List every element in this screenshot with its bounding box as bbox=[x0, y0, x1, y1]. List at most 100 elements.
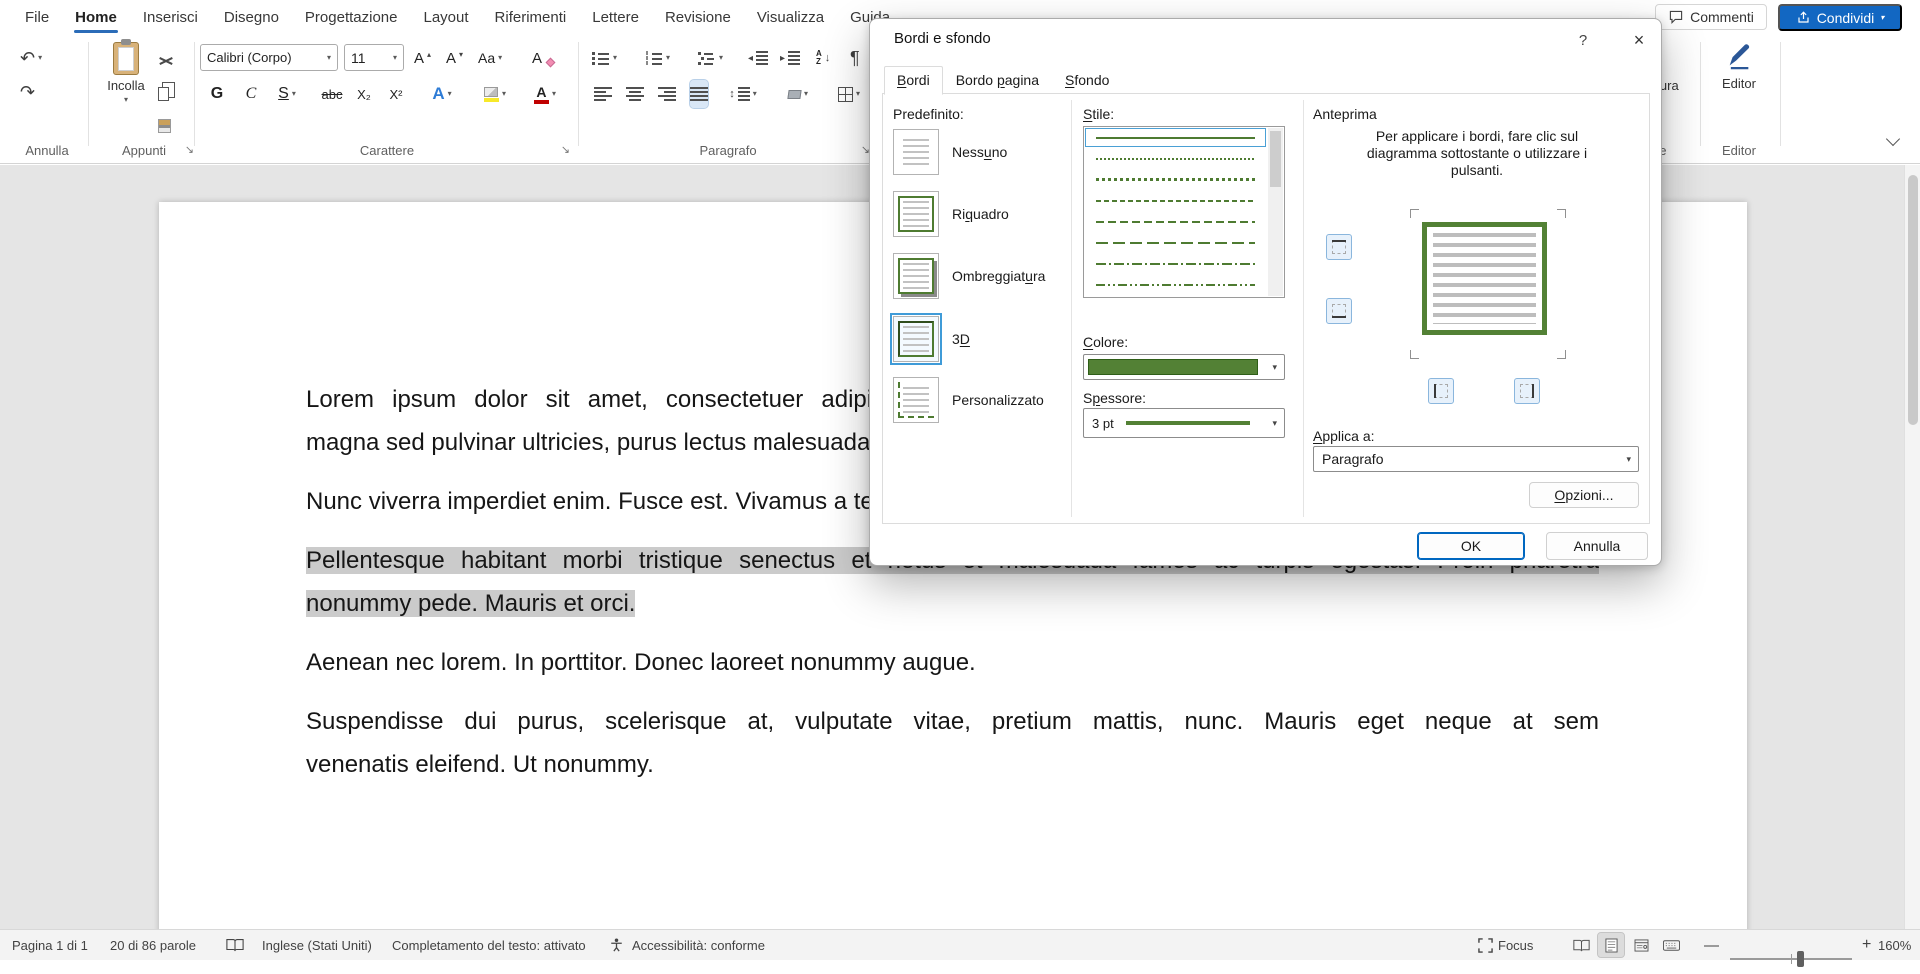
tab-home[interactable]: Home bbox=[62, 0, 130, 34]
cut-button[interactable] bbox=[158, 46, 174, 74]
language-status[interactable]: Inglese (Stati Uniti) bbox=[262, 930, 372, 960]
zoom-in-button[interactable]: + bbox=[1862, 930, 1871, 960]
line-spacing-button[interactable]: ↕▾ bbox=[724, 80, 762, 108]
font-size-combo[interactable]: 11 ▾ bbox=[344, 44, 404, 71]
share-button[interactable]: Condividi ▾ bbox=[1778, 4, 1902, 31]
left-border-toggle-button[interactable] bbox=[1428, 378, 1454, 404]
read-mode-button[interactable] bbox=[1568, 933, 1594, 957]
text-effects-button[interactable]: A▾ bbox=[422, 80, 462, 108]
comments-button[interactable]: Commenti bbox=[1655, 4, 1767, 30]
ok-button[interactable]: OK bbox=[1417, 532, 1525, 560]
preset-shadow[interactable]: Ombreggiatura bbox=[893, 253, 1068, 299]
text-prediction-status[interactable]: Completamento del testo: attivato bbox=[392, 930, 586, 960]
preset-custom[interactable]: Personalizzato bbox=[893, 377, 1068, 423]
zoom-out-button[interactable]: — bbox=[1704, 930, 1719, 960]
sort-button[interactable]: AZ↓ bbox=[816, 44, 830, 72]
tab-layout[interactable]: Layout bbox=[411, 0, 482, 34]
tab-disegno[interactable]: Disegno bbox=[211, 0, 292, 34]
bullets-button[interactable]: ▾ bbox=[592, 44, 617, 72]
preview-border-rect[interactable] bbox=[1422, 222, 1547, 335]
redo-button[interactable]: ↷ bbox=[20, 78, 35, 106]
vertical-scrollbar[interactable] bbox=[1904, 165, 1920, 929]
tab-riferimenti[interactable]: Riferimenti bbox=[482, 0, 580, 34]
tab-lettere[interactable]: Lettere bbox=[579, 0, 652, 34]
copy-button[interactable] bbox=[158, 80, 169, 108]
collapse-ribbon-chevron-icon[interactable] bbox=[1886, 132, 1900, 146]
numbering-button[interactable]: ▾ bbox=[645, 44, 670, 72]
style-option-dotted-fine[interactable] bbox=[1084, 148, 1267, 169]
dialog-help-button[interactable]: ? bbox=[1570, 28, 1596, 52]
tab-file[interactable]: File bbox=[12, 0, 62, 34]
clipboard-dialog-launcher[interactable]: ↘ bbox=[185, 143, 194, 156]
tab-bordo-pagina[interactable]: Bordo pagina bbox=[943, 66, 1052, 95]
style-option-dash-dot[interactable] bbox=[1084, 253, 1267, 274]
style-option-dash-large[interactable] bbox=[1084, 232, 1267, 253]
multilevel-list-button[interactable]: ▾ bbox=[698, 44, 723, 72]
right-border-toggle-button[interactable] bbox=[1514, 378, 1540, 404]
bottom-border-toggle-button[interactable] bbox=[1326, 298, 1352, 324]
increase-indent-button[interactable]: ▸ bbox=[780, 44, 800, 72]
highlight-color-button[interactable]: ▾ bbox=[474, 80, 516, 108]
undo-button[interactable]: ↶ ▾ bbox=[20, 44, 42, 72]
preset-none[interactable]: Nessuno bbox=[893, 129, 1068, 175]
keyboard-icon[interactable] bbox=[1658, 933, 1684, 957]
preset-3d[interactable]: 3D bbox=[893, 316, 1068, 362]
paste-button[interactable]: Incolla ▾ bbox=[98, 38, 154, 130]
accessibility-status[interactable]: Accessibilità: conforme bbox=[632, 930, 765, 960]
subscript-button[interactable]: X₂ bbox=[350, 80, 378, 108]
justify-button[interactable] bbox=[690, 80, 708, 108]
style-option-dash-dot-dot[interactable] bbox=[1084, 274, 1267, 295]
superscript-button[interactable]: X² bbox=[382, 80, 410, 108]
underline-button[interactable]: S▾ bbox=[268, 80, 306, 108]
strikethrough-button[interactable]: abc bbox=[316, 80, 348, 108]
tab-inserisci[interactable]: Inserisci bbox=[130, 0, 211, 34]
editor-button[interactable]: Editor bbox=[1704, 38, 1774, 124]
document-line[interactable]: venenatis eleifend. Ut nonummy. bbox=[306, 743, 1599, 786]
scrollbar-thumb[interactable] bbox=[1270, 131, 1281, 187]
style-option-solid[interactable] bbox=[1084, 127, 1267, 148]
italic-button[interactable]: C bbox=[238, 80, 264, 108]
style-list-scrollbar[interactable] bbox=[1268, 128, 1283, 296]
top-border-toggle-button[interactable] bbox=[1326, 234, 1352, 260]
border-style-list[interactable] bbox=[1083, 126, 1285, 298]
tab-bordi[interactable]: Bordi bbox=[884, 66, 943, 95]
tab-visualizza[interactable]: Visualizza bbox=[744, 0, 837, 34]
border-color-dropdown[interactable]: ▾ bbox=[1083, 354, 1285, 380]
web-layout-button[interactable] bbox=[1628, 933, 1654, 957]
border-width-dropdown[interactable]: 3 pt ▾ bbox=[1083, 408, 1285, 438]
preview-diagram[interactable] bbox=[1391, 204, 1575, 357]
decrease-indent-button[interactable]: ◂ bbox=[748, 44, 768, 72]
proofing-book-icon[interactable] bbox=[226, 930, 244, 960]
grow-font-button[interactable]: A▴ bbox=[414, 44, 431, 72]
preset-box[interactable]: Riquadro bbox=[893, 191, 1068, 237]
scrollbar-thumb[interactable] bbox=[1908, 175, 1918, 425]
borders-button[interactable]: ▾ bbox=[830, 80, 868, 108]
show-formatting-button[interactable]: ¶ bbox=[850, 44, 860, 72]
font-dialog-launcher[interactable]: ↘ bbox=[561, 143, 570, 156]
align-right-button[interactable] bbox=[658, 80, 676, 108]
document-line[interactable]: Suspendisse dui purus, scelerisque at, v… bbox=[306, 700, 1599, 743]
shading-button[interactable]: ▾ bbox=[778, 80, 818, 108]
document-line-selected[interactable]: nonummy pede. Mauris et orci. bbox=[306, 582, 1599, 625]
tab-revisione[interactable]: Revisione bbox=[652, 0, 744, 34]
document-line[interactable]: Aenean nec lorem. In porttitor. Donec la… bbox=[306, 641, 1599, 684]
zoom-slider-thumb[interactable] bbox=[1797, 951, 1804, 967]
zoom-level[interactable]: 160% bbox=[1878, 930, 1911, 960]
style-option-dash-small[interactable] bbox=[1084, 190, 1267, 211]
word-count[interactable]: 20 di 86 parole bbox=[110, 930, 196, 960]
focus-button[interactable]: Focus bbox=[1478, 930, 1533, 960]
bold-button[interactable]: G bbox=[204, 80, 230, 108]
shrink-font-button[interactable]: A▾ bbox=[446, 44, 463, 72]
dialog-close-button[interactable]: × bbox=[1625, 28, 1653, 52]
format-painter-button[interactable] bbox=[158, 112, 171, 140]
style-option-dotted[interactable] bbox=[1084, 169, 1267, 190]
print-layout-button[interactable] bbox=[1598, 933, 1624, 957]
font-color-button[interactable]: A ▾ bbox=[524, 80, 566, 108]
font-name-combo[interactable]: Calibri (Corpo) ▾ bbox=[200, 44, 338, 71]
tab-sfondo[interactable]: Sfondo bbox=[1052, 66, 1122, 95]
align-left-button[interactable] bbox=[594, 80, 612, 108]
style-option-dash[interactable] bbox=[1084, 211, 1267, 232]
apply-to-dropdown[interactable]: Paragrafo ▾ bbox=[1313, 446, 1639, 472]
tab-progettazione[interactable]: Progettazione bbox=[292, 0, 411, 34]
clear-formatting-button[interactable]: A bbox=[532, 44, 554, 72]
